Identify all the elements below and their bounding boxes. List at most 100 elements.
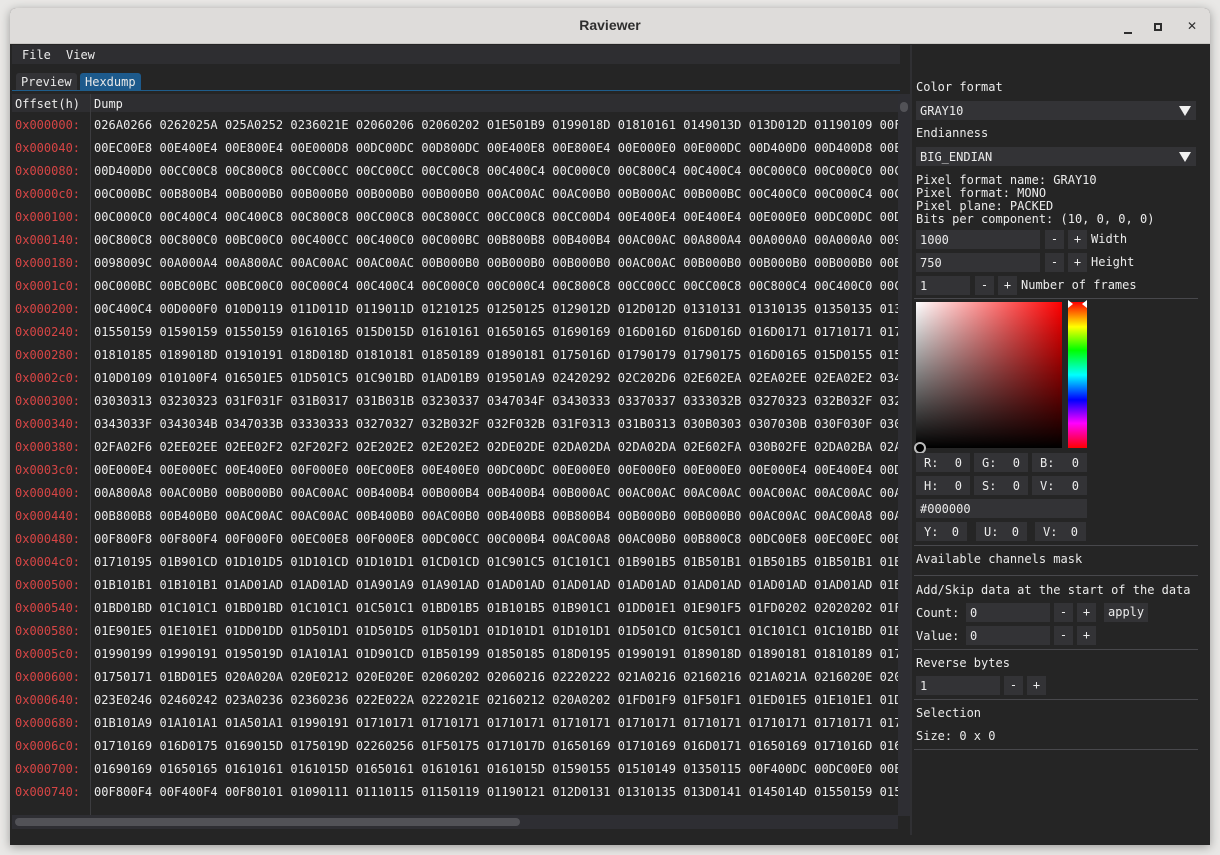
hexdump-row[interactable]: 0x000000: 026A0266 0262025A 025A0252 0236… bbox=[12, 118, 898, 141]
row-hex-data[interactable]: 00C000BC 00B800B4 00B000B0 00B000B0 00B0… bbox=[94, 187, 898, 201]
hexdump-row[interactable]: 0x000040: 00EC00E8 00E400E4 00E800E4 00E0… bbox=[12, 141, 898, 164]
height-input[interactable]: 750 bbox=[916, 253, 1040, 272]
hexdump-row[interactable]: 0x000480: 00F800F8 00F800F4 00F000F0 00EC… bbox=[12, 532, 898, 555]
frames-increment-button[interactable]: + bbox=[998, 276, 1017, 295]
value-increment-button[interactable]: + bbox=[1077, 626, 1096, 645]
value-decrement-button[interactable]: - bbox=[1054, 626, 1073, 645]
reverse-bytes-input[interactable]: 1 bbox=[916, 676, 1000, 695]
saturation-channel-input[interactable]: S: 0 bbox=[974, 476, 1028, 495]
row-hex-data[interactable]: 00E000E4 00E000EC 00E400E0 00F000E0 00EC… bbox=[94, 463, 898, 477]
hexdump-row[interactable]: 0x0005c0: 01990199 01990191 0195019D 01A1… bbox=[12, 647, 898, 670]
value-channel-input[interactable]: V: 0 bbox=[1032, 476, 1087, 495]
u-channel-input[interactable]: U: 0 bbox=[976, 522, 1027, 541]
hexdump-row[interactable]: 0x0003c0: 00E000E4 00E000EC 00E400E0 00F0… bbox=[12, 463, 898, 486]
hexdump-row[interactable]: 0x0006c0: 01710169 016D0175 0169015D 0175… bbox=[12, 739, 898, 762]
green-channel-input[interactable]: G: 0 bbox=[974, 453, 1028, 472]
vertical-scrollbar[interactable] bbox=[898, 94, 910, 816]
title-bar[interactable]: Raviewer ✕ bbox=[10, 8, 1210, 44]
hexdump-row[interactable]: 0x000280: 01810185 0189018D 01910191 018D… bbox=[12, 348, 898, 371]
count-decrement-button[interactable]: - bbox=[1054, 603, 1073, 622]
row-hex-data[interactable]: 00F800F8 00F800F4 00F000F0 00EC00E8 00F0… bbox=[94, 532, 898, 546]
row-hex-data[interactable]: 00C000BC 00BC00BC 00BC00C0 00C000C4 00C4… bbox=[94, 279, 898, 293]
row-hex-data[interactable]: 00C800C8 00C800C0 00BC00C0 00C400CC 00C4… bbox=[94, 233, 898, 247]
hexdump-row[interactable]: 0x000580: 01E901E5 01E101E1 01DD01DD 01D5… bbox=[12, 624, 898, 647]
row-hex-data[interactable]: 00F800F4 00F400F4 00F80101 01090111 0111… bbox=[94, 785, 898, 799]
vertical-scroll-thumb[interactable] bbox=[900, 102, 908, 112]
row-hex-data[interactable]: 01B101B1 01B101B1 01AD01AD 01AD01AD 01A9… bbox=[94, 578, 898, 592]
row-hex-data[interactable]: 00C400C4 00D000F0 010D0119 011D011D 0119… bbox=[94, 302, 898, 316]
tab-preview[interactable]: Preview bbox=[16, 73, 77, 90]
height-increment-button[interactable]: + bbox=[1068, 253, 1087, 272]
horizontal-scrollbar[interactable] bbox=[12, 815, 898, 829]
hex-color-input[interactable]: #000000 bbox=[916, 499, 1087, 518]
count-input[interactable]: 0 bbox=[966, 603, 1050, 622]
row-hex-data[interactable]: 01810185 0189018D 01910191 018D018D 0181… bbox=[94, 348, 898, 362]
frames-decrement-button[interactable]: - bbox=[975, 276, 994, 295]
hexdump-row[interactable]: 0x0004c0: 01710195 01B901CD 01D101D5 01D1… bbox=[12, 555, 898, 578]
hexdump-row[interactable]: 0x000400: 00A800A8 00AC00B0 00B000B0 00AC… bbox=[12, 486, 898, 509]
hexdump-row[interactable]: 0x000500: 01B101B1 01B101B1 01AD01AD 01AD… bbox=[12, 578, 898, 601]
hexdump-row[interactable]: 0x000080: 00D400D0 00CC00C8 00C800C8 00CC… bbox=[12, 164, 898, 187]
hexdump-row[interactable]: 0x0001c0: 00C000BC 00BC00BC 00BC00C0 00C0… bbox=[12, 279, 898, 302]
row-hex-data[interactable]: 01710169 016D0175 0169015D 0175019D 0226… bbox=[94, 739, 898, 753]
saturation-value-picker[interactable] bbox=[914, 302, 1062, 454]
endianness-select[interactable]: BIG_ENDIAN bbox=[916, 147, 1196, 166]
row-hex-data[interactable]: 00C000C0 00C400C4 00C400C8 00C800C8 00CC… bbox=[94, 210, 898, 224]
hexdump-row[interactable]: 0x000700: 01690169 01650165 01610161 0161… bbox=[12, 762, 898, 785]
value-input[interactable]: 0 bbox=[966, 626, 1050, 645]
hexdump-row[interactable]: 0x000300: 03030313 03230323 031F031F 031B… bbox=[12, 394, 898, 417]
row-hex-data[interactable]: 03030313 03230323 031F031F 031B0317 031B… bbox=[94, 394, 898, 408]
hexdump-row[interactable]: 0x000180: 0098009C 00A000A4 00A800AC 00AC… bbox=[12, 256, 898, 279]
hexdump-row[interactable]: 0x000600: 01750171 01BD01E5 020A020A 020E… bbox=[12, 670, 898, 693]
row-hex-data[interactable]: 00B800B8 00B400B0 00AC00AC 00AC00AC 00B4… bbox=[94, 509, 898, 523]
reverse-bytes-increment-button[interactable]: + bbox=[1027, 676, 1046, 695]
hexdump-row[interactable]: 0x0002c0: 010D0109 010100F4 016501E5 01D5… bbox=[12, 371, 898, 394]
y-channel-input[interactable]: Y: 0 bbox=[916, 522, 967, 541]
row-hex-data[interactable]: 01BD01BD 01C101C1 01BD01BD 01C101C1 01C5… bbox=[94, 601, 898, 615]
row-hex-data[interactable]: 01990199 01990191 0195019D 01A101A1 01D9… bbox=[94, 647, 898, 661]
blue-channel-input[interactable]: B: 0 bbox=[1032, 453, 1087, 472]
hexdump-row[interactable]: 0x000380: 02FA02F6 02EE02EE 02EE02F2 02F2… bbox=[12, 440, 898, 463]
hexdump-row[interactable]: 0x000340: 0343033F 0343034B 0347033B 0333… bbox=[12, 417, 898, 440]
hexdump-row[interactable]: 0x000640: 023E0246 02460242 023A0236 0236… bbox=[12, 693, 898, 716]
row-hex-data[interactable]: 01B101A9 01A101A1 01A501A1 01990191 0171… bbox=[94, 716, 898, 730]
maximize-button[interactable] bbox=[1148, 16, 1168, 36]
hue-slider[interactable] bbox=[1068, 300, 1087, 448]
row-hex-data[interactable]: 01750171 01BD01E5 020A020A 020E0212 020E… bbox=[94, 670, 898, 684]
width-decrement-button[interactable]: - bbox=[1045, 230, 1064, 249]
row-hex-data[interactable]: 00EC00E8 00E400E4 00E800E4 00E000D8 00DC… bbox=[94, 141, 898, 155]
row-hex-data[interactable]: 01690169 01650165 01610161 0161015D 0165… bbox=[94, 762, 898, 776]
tab-hexdump[interactable]: Hexdump bbox=[80, 73, 141, 90]
horizontal-scroll-thumb[interactable] bbox=[15, 818, 520, 826]
height-decrement-button[interactable]: - bbox=[1045, 253, 1064, 272]
row-hex-data[interactable]: 01710195 01B901CD 01D101D5 01D101CD 01D1… bbox=[94, 555, 898, 569]
hexdump-row[interactable]: 0x000140: 00C800C8 00C800C0 00BC00C0 00C4… bbox=[12, 233, 898, 256]
row-hex-data[interactable]: 02FA02F6 02EE02EE 02EE02F2 02F202F2 02E2… bbox=[94, 440, 898, 454]
hexdump-row[interactable]: 0x000740: 00F800F4 00F400F4 00F80101 0109… bbox=[12, 785, 898, 808]
menu-file[interactable]: File bbox=[22, 48, 51, 62]
hexdump-row[interactable]: 0x000240: 01550159 01590159 01550159 0161… bbox=[12, 325, 898, 348]
red-channel-input[interactable]: R: 0 bbox=[916, 453, 970, 472]
apply-button[interactable]: apply bbox=[1104, 603, 1149, 622]
hue-channel-input[interactable]: H: 0 bbox=[916, 476, 970, 495]
row-hex-data[interactable]: 0098009C 00A000A4 00A800AC 00AC00AC 00AC… bbox=[94, 256, 898, 270]
width-input[interactable]: 1000 bbox=[916, 230, 1040, 249]
row-hex-data[interactable]: 01550159 01590159 01550159 01610165 015D… bbox=[94, 325, 898, 339]
minimize-button[interactable] bbox=[1118, 16, 1138, 36]
reverse-bytes-decrement-button[interactable]: - bbox=[1004, 676, 1023, 695]
row-hex-data[interactable]: 0343033F 0343034B 0347033B 03330333 0327… bbox=[94, 417, 898, 431]
row-hex-data[interactable]: 010D0109 010100F4 016501E5 01D501C5 01C9… bbox=[94, 371, 898, 385]
hexdump-row[interactable]: 0x000540: 01BD01BD 01C101C1 01BD01BD 01C1… bbox=[12, 601, 898, 624]
color-format-select[interactable]: GRAY10 bbox=[916, 101, 1196, 120]
hexdump-row[interactable]: 0x000100: 00C000C0 00C400C4 00C400C8 00C8… bbox=[12, 210, 898, 233]
hexdump-row[interactable]: 0x000680: 01B101A9 01A101A1 01A501A1 0199… bbox=[12, 716, 898, 739]
v-channel-input[interactable]: V: 0 bbox=[1035, 522, 1086, 541]
width-increment-button[interactable]: + bbox=[1068, 230, 1087, 249]
row-hex-data[interactable]: 023E0246 02460242 023A0236 02360236 022E… bbox=[94, 693, 898, 707]
row-hex-data[interactable]: 00D400D0 00CC00C8 00C800C8 00CC00CC 00CC… bbox=[94, 164, 898, 178]
hexdump-row[interactable]: 0x000440: 00B800B8 00B400B0 00AC00AC 00AC… bbox=[12, 509, 898, 532]
channels-mask-label[interactable]: Available channels mask bbox=[916, 552, 1082, 566]
row-hex-data[interactable]: 00A800A8 00AC00B0 00B000B0 00AC00AC 00B4… bbox=[94, 486, 898, 500]
hexdump-row[interactable]: 0x0000c0: 00C000BC 00B800B4 00B000B0 00B0… bbox=[12, 187, 898, 210]
hexdump-row[interactable]: 0x000200: 00C400C4 00D000F0 010D0119 011D… bbox=[12, 302, 898, 325]
